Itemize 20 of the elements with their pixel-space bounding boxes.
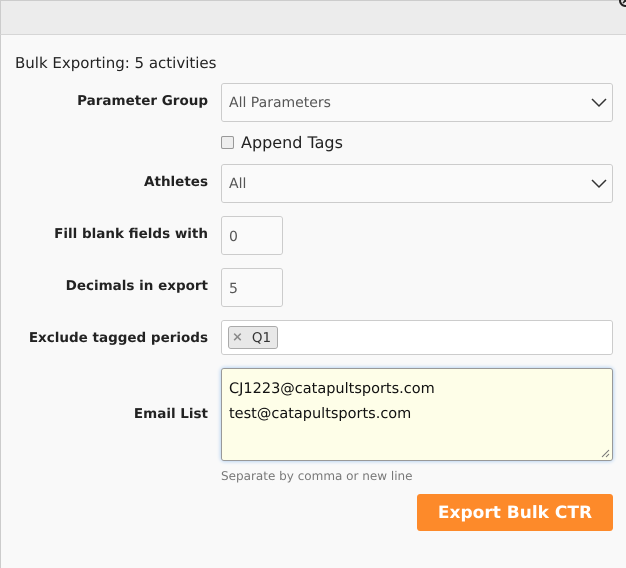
- tag-chip[interactable]: × Q1: [228, 326, 278, 349]
- chevron-down-icon: [591, 178, 607, 188]
- checkbox[interactable]: [221, 136, 234, 149]
- number-field[interactable]: 5: [221, 268, 283, 307]
- field-label: Email List: [134, 405, 208, 422]
- dropdown[interactable]: All: [221, 164, 613, 203]
- hint-text: Separate by comma or new line: [221, 469, 413, 483]
- tag-field[interactable]: × Q1: [221, 320, 613, 355]
- field-label: Parameter Group: [77, 92, 208, 109]
- dialog-title: Bulk Exporting: 5 activities: [15, 54, 216, 72]
- number-field[interactable]: 0: [221, 216, 283, 255]
- field-label: Athletes: [144, 173, 208, 190]
- resize-grip-icon[interactable]: [601, 449, 610, 458]
- email-list-field[interactable]: CJ1223@catapultsports.com test@catapultsports.com: [221, 368, 613, 461]
- field-label: Fill blank fields with: [54, 225, 208, 242]
- dropdown[interactable]: All Parameters: [221, 83, 613, 122]
- field-label: Exclude tagged periods: [28, 329, 208, 346]
- field-label: Decimals in export: [66, 277, 208, 294]
- checkbox-label: Append Tags: [241, 133, 343, 152]
- chevron-down-icon: [591, 98, 607, 108]
